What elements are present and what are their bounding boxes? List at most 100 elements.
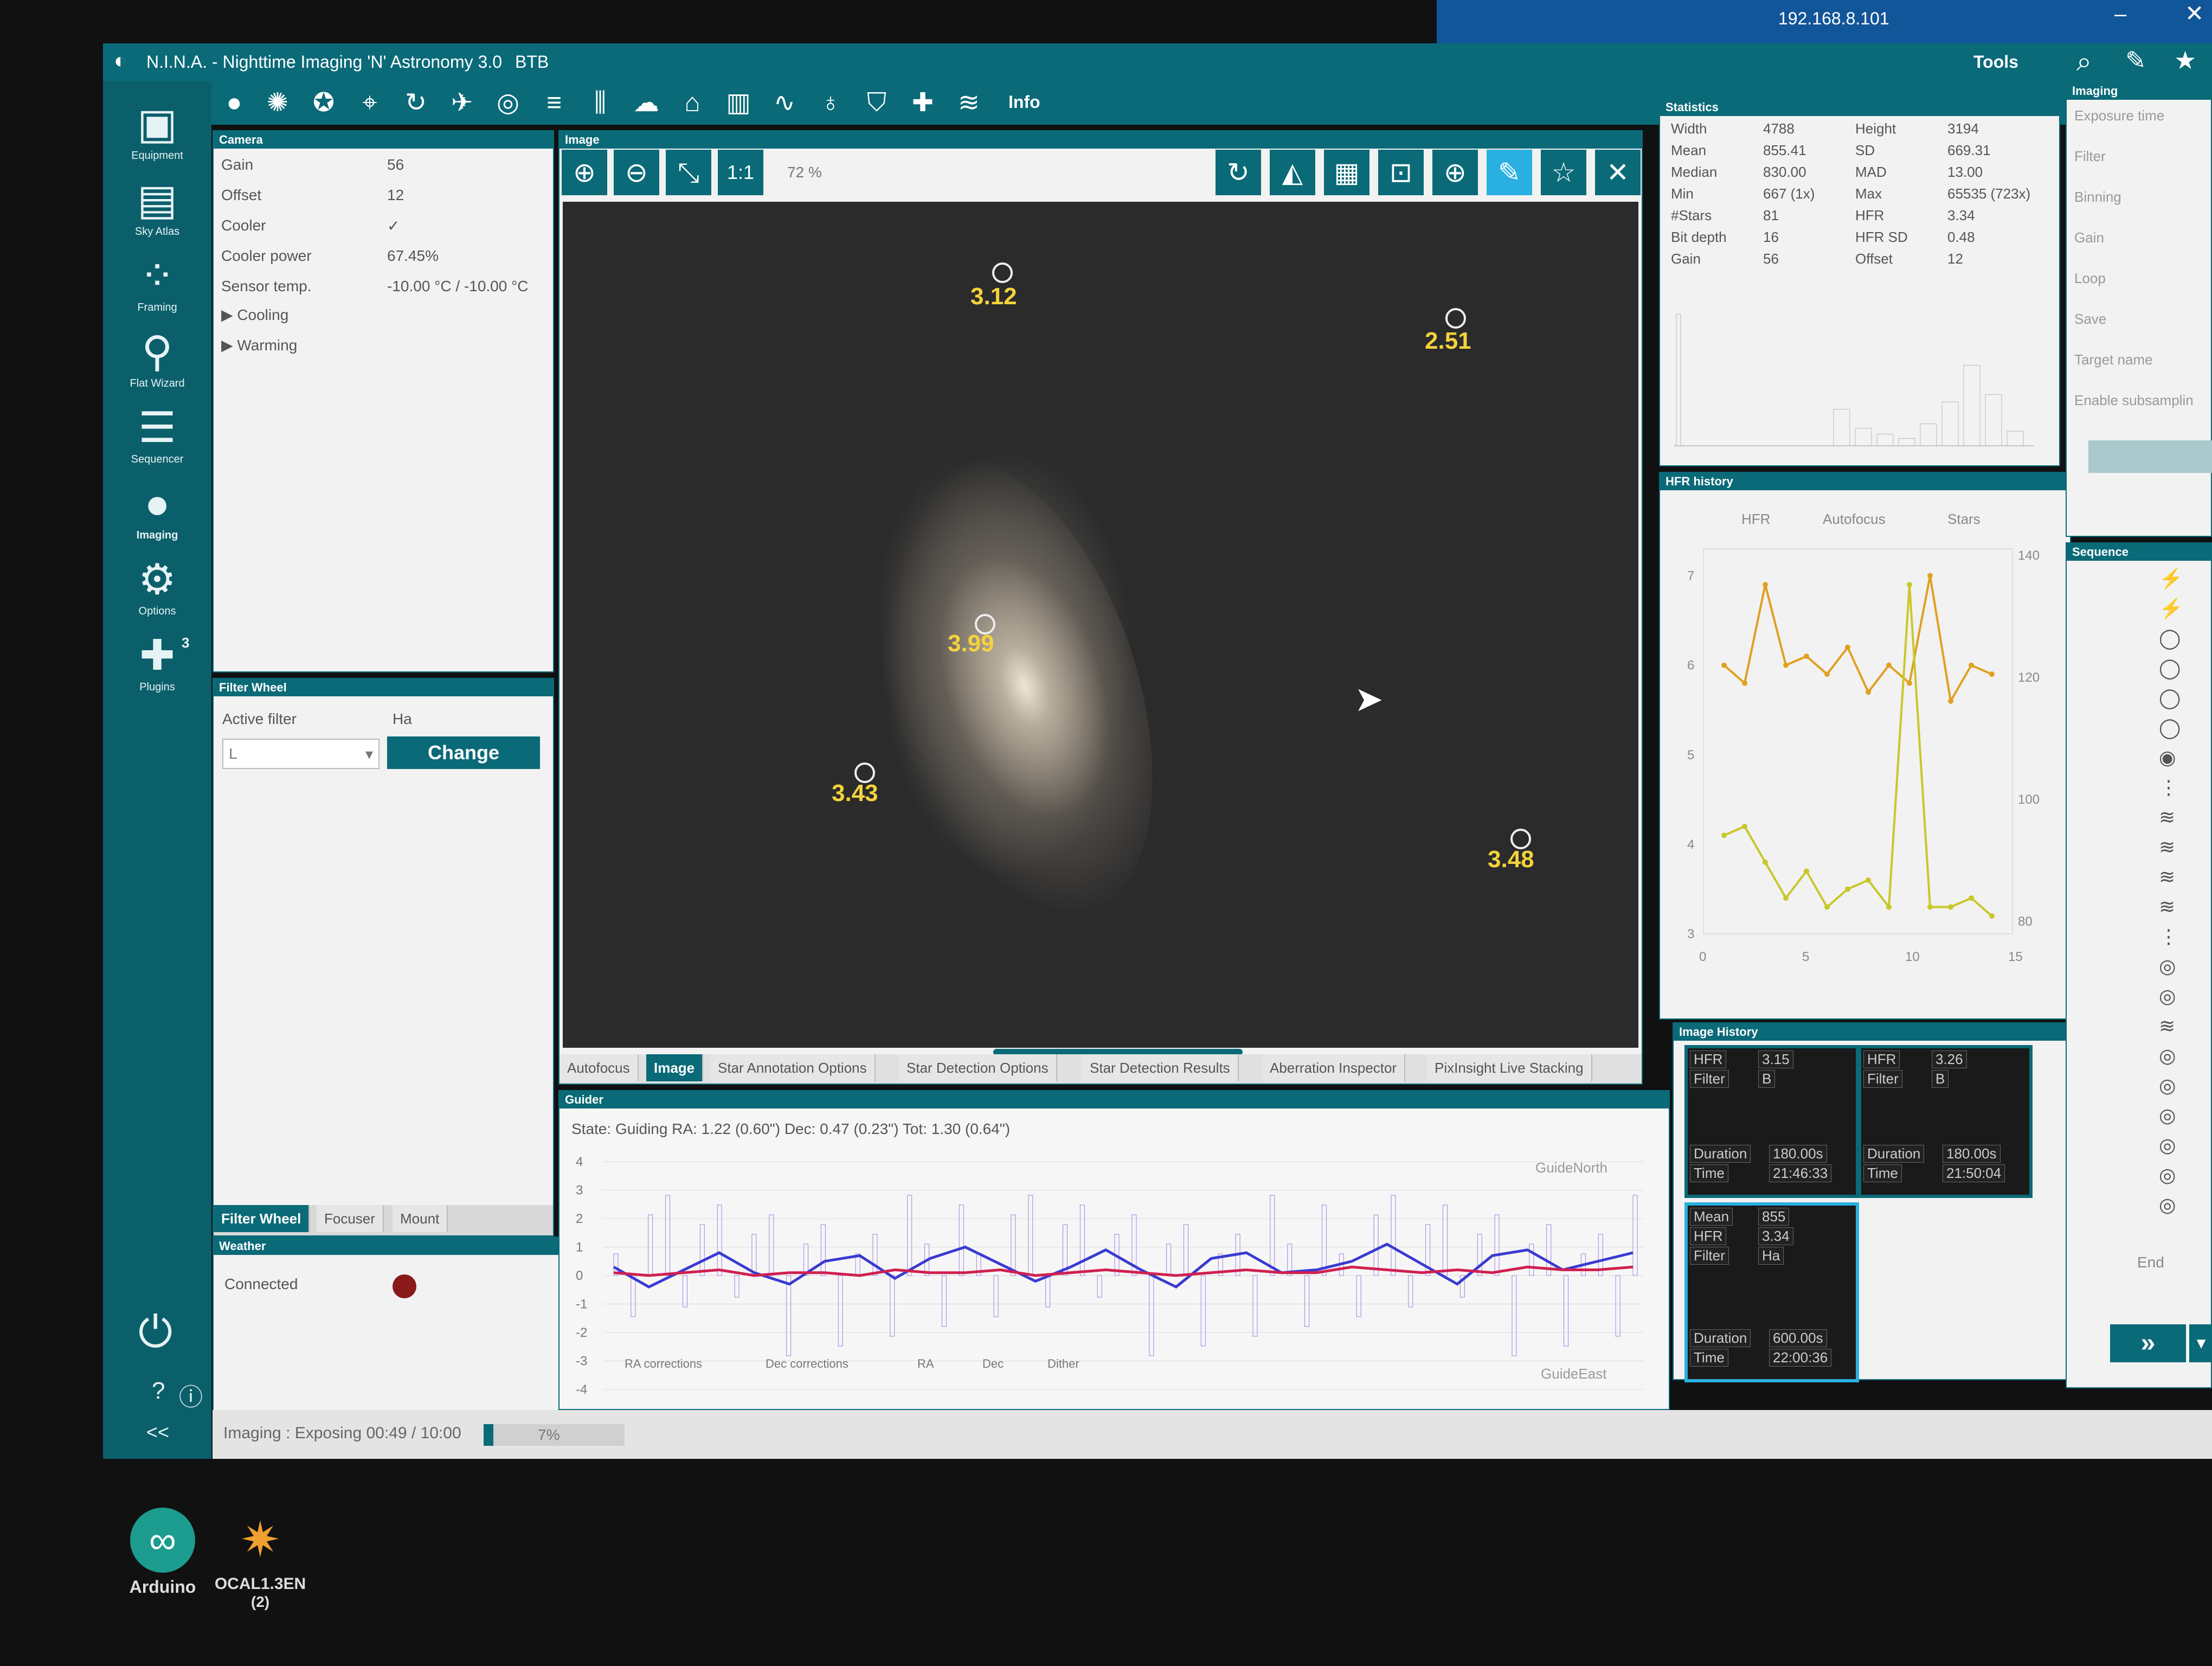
star-tool-icon[interactable]: ☆ [1541,150,1586,195]
plugins-badge: 3 [182,635,190,651]
zoom-in-icon[interactable]: ⊕ [562,150,607,195]
layers-tool-icon[interactable]: ≋ [951,86,986,120]
image-canvas[interactable]: 3.12 2.51 3.99 3.43 3.48 ➤ [563,202,1638,1048]
search-icon[interactable]: ⌕ [2076,46,2092,78]
desktop-icon-arduino[interactable]: ∞ Arduino [119,1508,206,1605]
crosshair-icon[interactable]: ⊕ [1432,150,1478,195]
tab-filter-wheel[interactable]: Filter Wheel [214,1205,310,1232]
nav-plugins[interactable]: ✚ Plugins 3 [117,629,198,694]
collapse-nav[interactable]: << [146,1421,169,1444]
imaging-setting-label: Target name [2074,351,2153,368]
guider-correction-bar [1512,1275,1517,1356]
tab-star-detection-options[interactable]: Star Detection Options [899,1054,1057,1081]
nav-options[interactable]: ⚙ Options [117,553,198,618]
shield-tool-icon[interactable]: ⛉ [859,86,894,120]
sequence-item-icon[interactable]: ◎ [2159,985,2176,1008]
graph-tool-icon[interactable]: ∿ [767,86,802,120]
filterwheel-tool-icon[interactable]: ✺ [260,86,295,120]
sequence-item-icon[interactable]: ◎ [2159,1194,2176,1216]
filter-select[interactable]: L ▾ [222,739,380,769]
wand-icon[interactable]: ✎ [2125,46,2146,75]
nav-equipment[interactable]: ▣ Equipment [117,98,198,162]
start-sequence-button[interactable]: » [2110,1324,2186,1362]
auto-stretch-icon[interactable]: ↻ [1216,150,1261,195]
tab-image[interactable]: Image [646,1054,704,1081]
sequence-item-icon[interactable]: ◯ [2159,627,2181,650]
help-icon[interactable]: ? [152,1377,165,1405]
tab-focuser[interactable]: Focuser [317,1205,384,1232]
sequence-item-icon[interactable]: ⚡ [2159,567,2183,590]
nav-framing[interactable]: ⁘ Framing [117,249,198,314]
camera-panel: Camera Gain 56 Offset 12 Cooler ✓ Cooler power… [213,130,554,672]
sequence-item-icon[interactable]: ◎ [2159,1164,2176,1187]
sequence-item-icon[interactable]: ≋ [2159,836,2175,858]
telescope-tool-icon[interactable]: ✈ [445,86,479,120]
history-thumbnail[interactable]: HFR 3.26 Filter B Duration 180.00s Time … [1858,1045,2033,1198]
chart-tool-icon[interactable]: ▥ [721,86,756,120]
grid-icon[interactable]: ▦ [1324,150,1369,195]
history-thumbnail[interactable]: Mean 855 HFR 3.34 Filter Ha Duration 600… [1684,1202,1859,1382]
sequence-item-icon[interactable]: ◯ [2159,687,2181,709]
sequence-item-icon[interactable]: ≋ [2159,866,2175,888]
info-tool-label[interactable]: Info [1008,92,1040,112]
sequence-item-icon[interactable]: ◯ [2159,657,2181,680]
plugin-tool-icon[interactable]: ✚ [905,86,940,120]
focuser-tool-icon[interactable]: ✪ [306,86,341,120]
flip-icon[interactable]: ◭ [1270,150,1315,195]
sequence-item-icon[interactable]: ⚡ [2159,597,2183,620]
sequence-item-icon[interactable]: ⋮ [2159,776,2178,799]
sliders-tool-icon[interactable]: ⫼ [583,86,618,120]
nav-sky-atlas[interactable]: ▤ Sky Atlas [117,174,198,238]
cooling-expander[interactable]: ▶ Cooling [221,306,288,324]
list-tool-icon[interactable]: ≡ [537,86,571,120]
change-filter-button[interactable]: Change [387,736,540,769]
rdp-minimize-icon[interactable]: – [2114,2,2126,27]
tools-label[interactable]: Tools [1973,52,2018,72]
tab-aberration-inspector[interactable]: Aberration Inspector [1262,1054,1406,1081]
sequence-item-icon[interactable]: ◯ [2159,716,2181,739]
camera-tool-icon[interactable]: ● [217,86,252,120]
nav-imaging[interactable]: ● Imaging [117,477,198,542]
sequence-item-icon[interactable]: ≋ [2159,1015,2175,1037]
zoom-out-icon[interactable]: ⊖ [614,150,659,195]
sequence-item-icon[interactable]: ⋮ [2159,925,2178,948]
tab-star-annotation[interactable]: Star Annotation Options [710,1054,876,1081]
tab-autofocus[interactable]: Autofocus [560,1054,639,1081]
warming-expander[interactable]: ▶ Warming [221,336,297,354]
tab-pixinsight[interactable]: PixInsight Live Stacking [1427,1054,1592,1081]
sequence-item-icon[interactable]: ◉ [2159,746,2176,769]
sequence-item-icon[interactable]: ≋ [2159,806,2175,829]
sequence-item-icon[interactable]: ◎ [2159,1104,2176,1127]
fit-icon[interactable]: ⤡ [666,150,711,195]
sequence-item-icon[interactable]: ◎ [2159,1074,2176,1097]
sequence-item-icon[interactable]: ◎ [2159,1045,2176,1067]
rotate-tool-icon[interactable]: ↻ [398,86,433,120]
imaging-settings-bar[interactable] [2088,440,2212,473]
power-icon[interactable]: ⏻ [138,1307,172,1357]
favorite-icon[interactable]: ★ [2174,46,2196,75]
hfr-chart: 3 4 5 6 7 140 120 100 80 0 5 10 15 [1687,548,2040,964]
nav-flat-wizard[interactable]: ⚲ Flat Wizard [117,325,198,390]
satellite-tool-icon[interactable]: ✕ [1595,150,1641,195]
bulb-tool-icon[interactable]: ♁ [813,86,848,120]
dome-tool-icon[interactable]: ⌂ [675,86,710,120]
sequence-item-icon[interactable]: ◎ [2159,955,2176,978]
tab-star-detection-results[interactable]: Star Detection Results [1082,1054,1239,1081]
detect-icon[interactable]: ⊡ [1378,150,1424,195]
nav-sequencer[interactable]: ☰ Sequencer [117,401,198,466]
histogram-bar [1855,428,1872,446]
tab-mount[interactable]: Mount [393,1205,448,1232]
sequence-item-icon[interactable]: ≋ [2159,895,2175,918]
hfr-x-tick: 0 [1699,950,1706,964]
wand-tool-icon[interactable]: ✎ [1487,150,1532,195]
history-thumbnail[interactable]: HFR 3.15 Filter B Duration 180.00s Time … [1684,1045,1859,1198]
sequence-options-button[interactable]: ▾ [2189,1324,2212,1362]
one-to-one-button[interactable]: 1:1 [718,150,763,195]
weather-tool-icon[interactable]: ☁ [629,86,664,120]
rotator-tool-icon[interactable]: ⌖ [352,86,387,120]
guider-tool-icon[interactable]: ◎ [491,86,525,120]
rdp-close-icon[interactable]: ✕ [2185,0,2204,27]
info-icon[interactable]: ⓘ [179,1377,203,1412]
sequence-item-icon[interactable]: ◎ [2159,1134,2176,1157]
desktop-icon-ocal[interactable]: ✷ OCAL1.3EN (2) [211,1508,309,1627]
